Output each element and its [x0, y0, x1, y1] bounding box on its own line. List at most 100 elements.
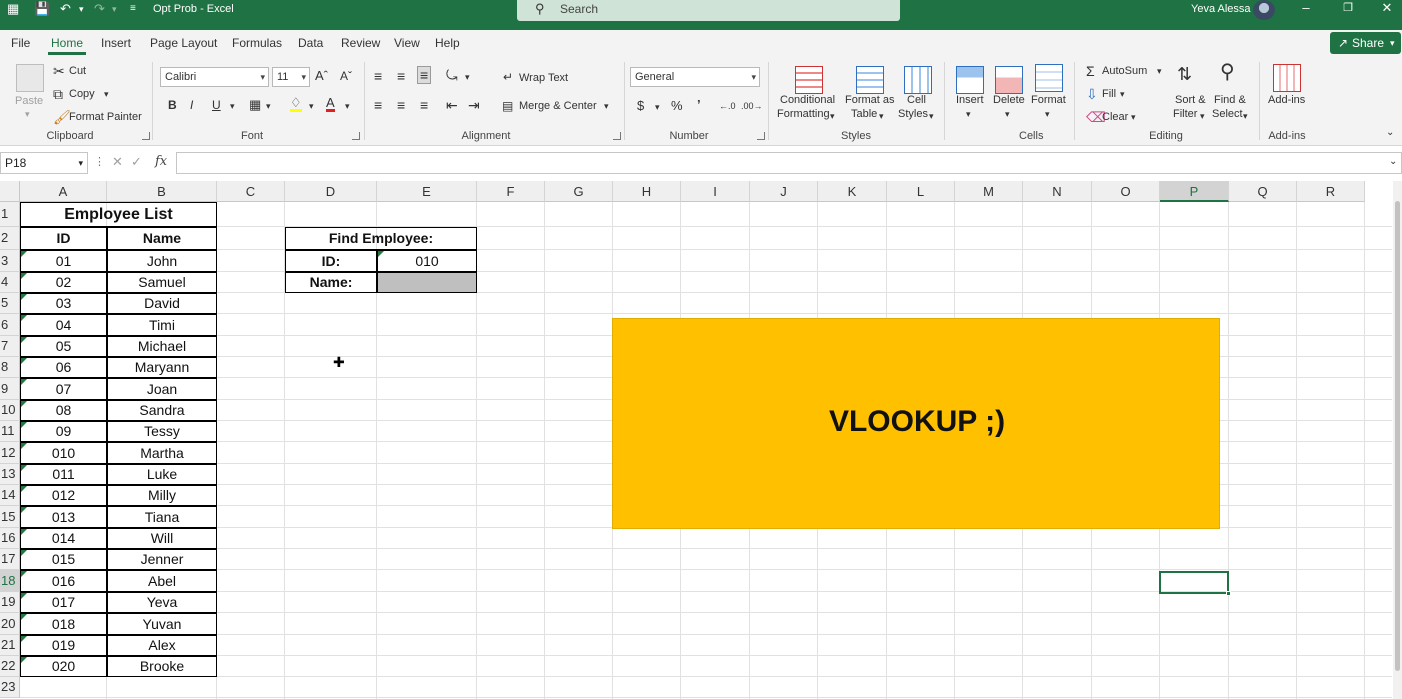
column-header-o[interactable]: O: [1092, 181, 1160, 202]
save-icon[interactable]: 💾: [34, 0, 50, 18]
font-name-select[interactable]: Calibri ▾: [160, 67, 269, 87]
format-cells-button[interactable]: Format: [1031, 94, 1066, 107]
employee-id-cell[interactable]: 016: [20, 570, 107, 592]
font-color-dropdown-icon[interactable]: ▾: [345, 100, 350, 113]
column-header-l[interactable]: L: [887, 181, 955, 202]
align-left-icon[interactable]: ≡: [374, 97, 382, 113]
column-header-k[interactable]: K: [818, 181, 887, 202]
employee-name-cell[interactable]: Abel: [107, 570, 217, 592]
paste-dropdown-icon[interactable]: ▾: [25, 108, 30, 121]
conditional-formatting-dropdown-icon[interactable]: ▾: [830, 110, 835, 123]
employee-id-cell[interactable]: 011: [20, 464, 107, 485]
tab-home[interactable]: Home: [47, 36, 87, 55]
column-header-e[interactable]: E: [377, 181, 477, 202]
align-center-icon[interactable]: ≡: [397, 97, 405, 113]
minimize-icon[interactable]: –: [1291, 0, 1321, 18]
cell-styles-label2[interactable]: Styles: [898, 108, 928, 121]
customize-qat-icon[interactable]: ≡: [130, 0, 136, 18]
insert-function-icon[interactable]: fx: [155, 155, 167, 168]
employee-name-cell[interactable]: Milly: [107, 485, 217, 506]
currency-icon[interactable]: $: [637, 99, 644, 112]
employee-name-cell[interactable]: David: [107, 293, 217, 314]
number-launcher-icon[interactable]: [757, 132, 765, 140]
share-dropdown-icon[interactable]: ▾: [1390, 32, 1395, 54]
row-header-13[interactable]: 13: [0, 464, 20, 485]
employee-name-cell[interactable]: Martha: [107, 442, 217, 464]
format-as-table-label1[interactable]: Format as: [845, 94, 895, 107]
bold-icon[interactable]: B: [168, 99, 177, 112]
employee-name-cell[interactable]: Sandra: [107, 400, 217, 421]
underline-icon[interactable]: U: [212, 99, 221, 112]
row-header-3[interactable]: 3: [0, 250, 20, 272]
row-header-23[interactable]: 23: [0, 677, 20, 698]
row-header-15[interactable]: 15: [0, 506, 20, 528]
employee-name-cell[interactable]: Jenner: [107, 549, 217, 570]
borders-icon[interactable]: ▦: [249, 98, 261, 111]
decrease-decimal-icon[interactable]: .00→: [741, 100, 763, 113]
employee-name-cell[interactable]: Luke: [107, 464, 217, 485]
align-right-icon[interactable]: ≡: [420, 97, 428, 113]
row-header-4[interactable]: 4: [0, 272, 20, 293]
row-header-19[interactable]: 19: [0, 592, 20, 613]
column-header-r[interactable]: R: [1297, 181, 1365, 202]
row-header-1[interactable]: 1: [0, 202, 20, 227]
employee-id-cell[interactable]: 018: [20, 613, 107, 635]
sort-filter-label1[interactable]: Sort &: [1175, 94, 1206, 107]
tab-formulas[interactable]: Formulas: [232, 36, 282, 50]
merge-dropdown-icon[interactable]: ▾: [604, 100, 609, 113]
fill-button[interactable]: Fill: [1102, 88, 1116, 101]
column-header-g[interactable]: G: [545, 181, 613, 202]
employee-id-cell[interactable]: 014: [20, 528, 107, 549]
font-color-icon[interactable]: A: [326, 96, 335, 112]
tab-insert[interactable]: Insert: [101, 36, 131, 50]
borders-dropdown-icon[interactable]: ▾: [266, 100, 271, 113]
employee-id-cell[interactable]: 019: [20, 635, 107, 656]
redo-dropdown-icon[interactable]: ▾: [112, 0, 117, 18]
orientation-icon[interactable]: ⤿: [446, 67, 458, 83]
fill-color-icon[interactable]: ♢: [290, 96, 302, 112]
format-as-table-label2[interactable]: Table: [851, 108, 877, 121]
copy-dropdown-icon[interactable]: ▾: [104, 88, 109, 101]
paste-icon[interactable]: [16, 64, 44, 92]
paste-button[interactable]: Paste: [15, 95, 43, 108]
comma-style-icon[interactable]: ’: [697, 98, 701, 111]
increase-font-icon[interactable]: Aˆ: [315, 69, 328, 82]
autosum-button[interactable]: AutoSum: [1102, 65, 1147, 78]
confirm-entry-icon[interactable]: ✓: [131, 155, 142, 168]
copy-button[interactable]: Copy: [69, 88, 95, 101]
employee-id-cell[interactable]: 05: [20, 336, 107, 357]
employee-name-cell[interactable]: Tiana: [107, 506, 217, 528]
tab-page-layout[interactable]: Page Layout: [150, 36, 217, 50]
sort-filter-dropdown-icon[interactable]: ▾: [1200, 110, 1205, 123]
formula-input[interactable]: [176, 152, 1402, 174]
delete-dropdown-icon[interactable]: ▾: [1005, 108, 1010, 121]
employee-name-cell[interactable]: Tessy: [107, 421, 217, 442]
user-name[interactable]: Yeva Alessa: [1191, 2, 1251, 16]
column-header-i[interactable]: I: [681, 181, 750, 202]
insert-dropdown-icon[interactable]: ▾: [966, 108, 971, 121]
employee-id-cell[interactable]: 02: [20, 272, 107, 293]
orientation-dropdown-icon[interactable]: ▾: [465, 71, 470, 84]
vlookup-banner[interactable]: VLOOKUP ;): [612, 318, 1220, 529]
italic-icon[interactable]: I: [190, 99, 193, 112]
row-header-12[interactable]: 12: [0, 442, 20, 464]
employee-name-cell[interactable]: Maryann: [107, 357, 217, 378]
row-header-14[interactable]: 14: [0, 485, 20, 506]
column-header-b[interactable]: B: [107, 181, 217, 202]
decrease-font-icon[interactable]: Aˇ: [340, 70, 352, 83]
row-header-6[interactable]: 6: [0, 314, 20, 336]
employee-name-cell[interactable]: Joan: [107, 378, 217, 400]
employee-id-cell[interactable]: 09: [20, 421, 107, 442]
underline-dropdown-icon[interactable]: ▾: [230, 100, 235, 113]
employee-id-cell[interactable]: 03: [20, 293, 107, 314]
row-header-17[interactable]: 17: [0, 549, 20, 570]
avatar[interactable]: [1253, 0, 1275, 20]
employee-id-cell[interactable]: 07: [20, 378, 107, 400]
find-select-label1[interactable]: Find &: [1214, 94, 1246, 107]
undo-icon[interactable]: ↶: [60, 0, 71, 18]
name-box[interactable]: P18 ▾: [0, 152, 88, 174]
row-header-2[interactable]: 2: [0, 227, 20, 250]
conditional-formatting-label2[interactable]: Formatting: [777, 108, 830, 121]
row-header-21[interactable]: 21: [0, 635, 20, 656]
autosum-dropdown-icon[interactable]: ▾: [1157, 65, 1162, 78]
